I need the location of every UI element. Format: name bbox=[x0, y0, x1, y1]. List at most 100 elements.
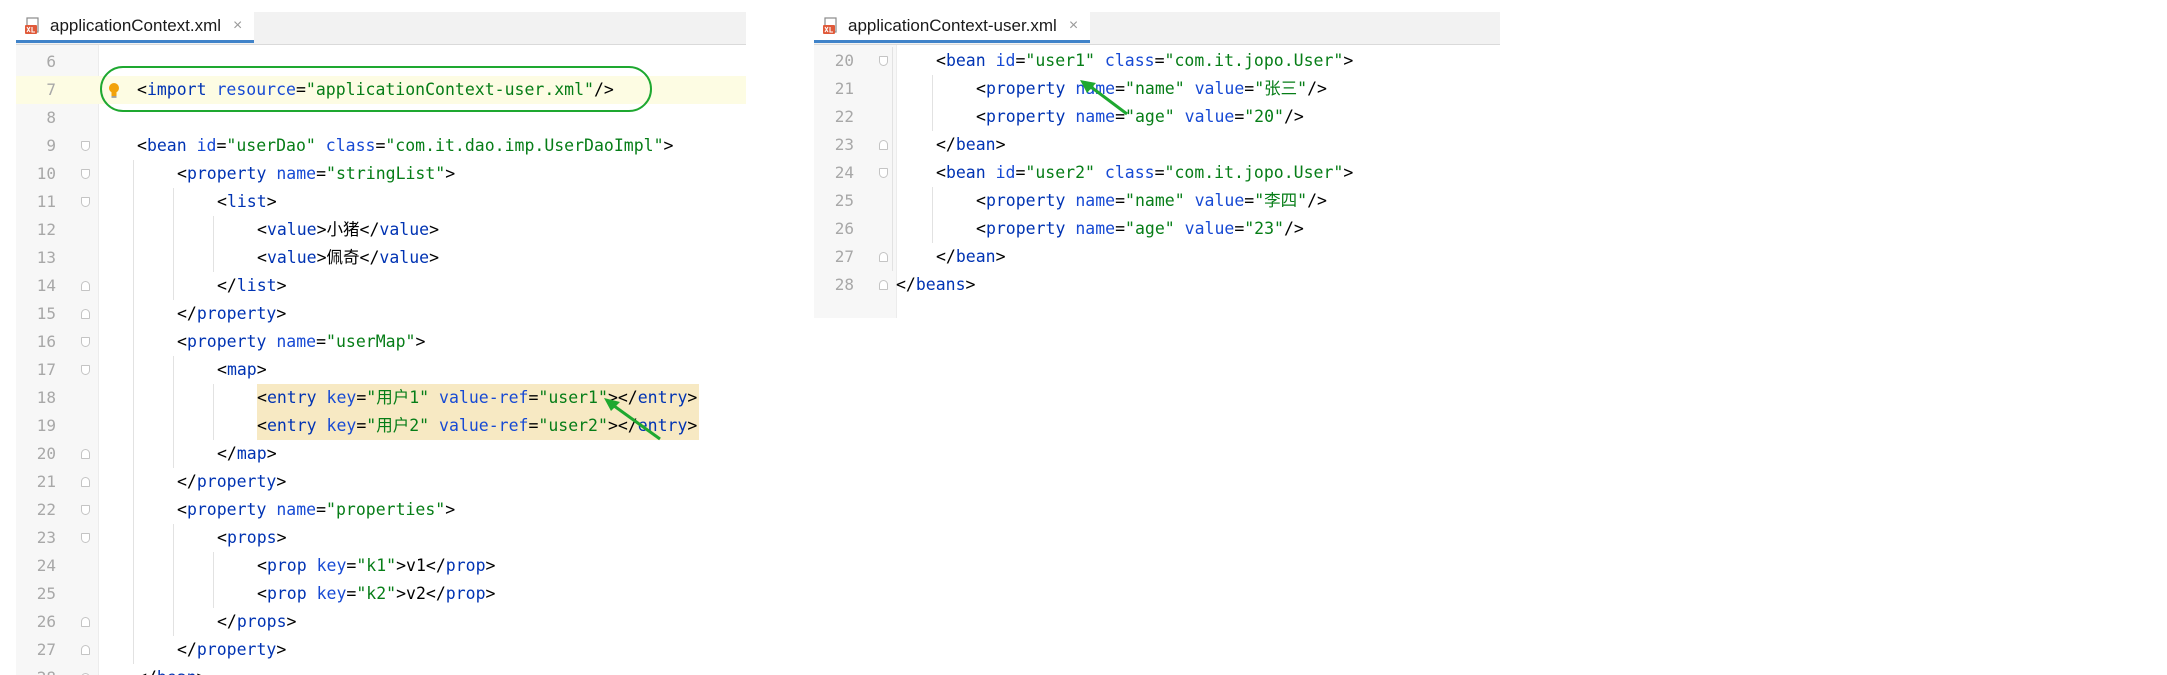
code-token: prop bbox=[445, 556, 486, 575]
code-line[interactable]: 25 <prop key="k2">v2</prop> bbox=[16, 580, 746, 608]
tab-applicationcontext-xml[interactable]: applicationContext.xml × bbox=[16, 12, 255, 43]
code-token: > bbox=[266, 444, 277, 463]
code-token: "stringList" bbox=[326, 164, 446, 183]
left-code-editor[interactable]: 6 7 <import resource="applicationContext-u… bbox=[16, 45, 746, 675]
code-line[interactable]: 21 <property name="name" value="张三"/> bbox=[814, 75, 1500, 103]
code-line[interactable]: 26 <property name="age" value="23"/> bbox=[814, 215, 1500, 243]
code-token: name bbox=[276, 500, 317, 519]
tab-close-icon[interactable]: × bbox=[233, 17, 242, 35]
code-line[interactable]: 16 <property name="userMap"> bbox=[16, 328, 746, 356]
code-token: = bbox=[1244, 79, 1255, 98]
code-line[interactable]: 28 </beans> bbox=[814, 271, 1500, 299]
code-token: "张三" bbox=[1254, 79, 1308, 98]
code-line[interactable]: 13 <value>佩奇</value> bbox=[16, 244, 746, 272]
code-line[interactable]: 28 </bean> bbox=[16, 664, 746, 675]
code-text: <property name="age" value="23"/> bbox=[976, 215, 1304, 243]
fold-marker-icon[interactable] bbox=[81, 505, 90, 515]
code-token: > bbox=[429, 248, 440, 267]
fold-marker-icon[interactable] bbox=[81, 197, 90, 207]
code-line[interactable]: 11 <list> bbox=[16, 188, 746, 216]
code-text: <entry key="用户2" value-ref="user2"></ent… bbox=[257, 412, 700, 440]
code-token: < bbox=[976, 107, 986, 126]
code-token: </ bbox=[177, 304, 197, 323]
code-line[interactable]: 10 <property name="stringList"> bbox=[16, 160, 746, 188]
fold-marker-icon[interactable] bbox=[879, 140, 888, 150]
right-code-editor[interactable]: 20 <bean id="user1" class="com.it.jopo.Us… bbox=[814, 45, 1500, 318]
code-line[interactable]: 24 <bean id="user2" class="com.it.jopo.Us… bbox=[814, 159, 1500, 187]
code-line[interactable]: 6 bbox=[16, 48, 746, 76]
code-token: map bbox=[226, 360, 257, 379]
fold-marker-icon[interactable] bbox=[81, 365, 90, 375]
tab-title: applicationContext-user.xml bbox=[848, 16, 1057, 35]
code-token: > bbox=[687, 416, 698, 435]
code-token: < bbox=[217, 192, 227, 211]
indent-guide bbox=[213, 384, 214, 440]
code-text: <import resource="applicationContext-use… bbox=[137, 76, 614, 104]
code-line[interactable]: 23 <props> bbox=[16, 524, 746, 552]
code-line[interactable]: 20 <bean id="user1" class="com.it.jopo.Us… bbox=[814, 47, 1500, 75]
fold-marker-icon[interactable] bbox=[879, 56, 888, 66]
fold-marker-icon[interactable] bbox=[879, 252, 888, 262]
line-number: 7 bbox=[46, 80, 56, 99]
fold-marker-icon[interactable] bbox=[81, 141, 90, 151]
fold-marker-icon[interactable] bbox=[81, 169, 90, 179]
fold-marker-icon[interactable] bbox=[879, 280, 888, 290]
code-token: property bbox=[186, 164, 277, 183]
code-line[interactable]: 22 <property name="properties"> bbox=[16, 496, 746, 524]
code-line[interactable]: 9 <bean id="userDao" class="com.it.dao.im… bbox=[16, 132, 746, 160]
code-line[interactable]: 27 </bean> bbox=[814, 243, 1500, 271]
line-number: 8 bbox=[46, 108, 56, 127]
line-number: 6 bbox=[46, 52, 56, 71]
code-token: > bbox=[286, 612, 297, 631]
code-text: <map> bbox=[217, 356, 267, 384]
line-number: 13 bbox=[36, 248, 56, 267]
code-line[interactable]: 12 <value>小猪</value> bbox=[16, 216, 746, 244]
fold-marker-icon[interactable] bbox=[81, 449, 90, 459]
code-line[interactable]: 15 </property> bbox=[16, 300, 746, 328]
code-token: = bbox=[1115, 191, 1126, 210]
code-token: bean bbox=[955, 135, 996, 154]
code-token: property bbox=[985, 219, 1076, 238]
code-token: > bbox=[276, 528, 287, 547]
fold-marker-icon[interactable] bbox=[81, 533, 90, 543]
fold-marker-icon[interactable] bbox=[81, 645, 90, 655]
code-line[interactable]: 18 <entry key="用户1" value-ref="user1"></e… bbox=[16, 384, 746, 412]
code-line[interactable]: 20 </map> bbox=[16, 440, 746, 468]
code-line[interactable]: 26 </props> bbox=[16, 608, 746, 636]
code-text: <bean id="user2" class="com.it.jopo.User… bbox=[936, 159, 1353, 187]
code-line[interactable]: 8 bbox=[16, 104, 746, 132]
code-line[interactable]: 14 </list> bbox=[16, 272, 746, 300]
right-tab-bar: applicationContext-user.xml × bbox=[814, 12, 1500, 45]
code-token: key bbox=[316, 556, 347, 575]
code-line[interactable]: 27 </property> bbox=[16, 636, 746, 664]
indent-guide bbox=[213, 552, 214, 608]
code-token: > bbox=[995, 247, 1006, 266]
code-token: import bbox=[146, 80, 217, 99]
code-line[interactable]: 17 <map> bbox=[16, 356, 746, 384]
code-token: < bbox=[257, 220, 267, 239]
code-line[interactable]: 22 <property name="age" value="20"/> bbox=[814, 103, 1500, 131]
fold-marker-icon[interactable] bbox=[81, 281, 90, 291]
fold-marker-icon[interactable] bbox=[81, 337, 90, 347]
code-token: = bbox=[1244, 191, 1255, 210]
code-line[interactable]: 23 </bean> bbox=[814, 131, 1500, 159]
code-line[interactable]: 21 </property> bbox=[16, 468, 746, 496]
line-number: 26 bbox=[834, 219, 854, 238]
fold-marker-icon[interactable] bbox=[879, 168, 888, 178]
code-text: </property> bbox=[177, 300, 286, 328]
code-text: <bean id="userDao" class="com.it.dao.imp… bbox=[137, 132, 673, 160]
code-token: = bbox=[346, 556, 357, 575]
lightbulb-icon[interactable] bbox=[108, 82, 120, 98]
code-line[interactable]: 7 <import resource="applicationContext-us… bbox=[16, 76, 746, 104]
code-line[interactable]: 24 <prop key="k1">v1</prop> bbox=[16, 552, 746, 580]
tab-applicationcontext-user-xml[interactable]: applicationContext-user.xml × bbox=[814, 12, 1091, 43]
fold-marker-icon[interactable] bbox=[81, 477, 90, 487]
code-line[interactable]: 19 <entry key="用户2" value-ref="user2"></e… bbox=[16, 412, 746, 440]
line-number: 28 bbox=[16, 664, 56, 675]
fold-marker-icon[interactable] bbox=[81, 309, 90, 319]
code-line[interactable]: 25 <property name="name" value="李四"/> bbox=[814, 187, 1500, 215]
line-number: 20 bbox=[834, 51, 854, 70]
tab-close-icon[interactable]: × bbox=[1069, 17, 1078, 35]
fold-marker-icon[interactable] bbox=[81, 617, 90, 627]
line-number: 27 bbox=[834, 247, 854, 266]
